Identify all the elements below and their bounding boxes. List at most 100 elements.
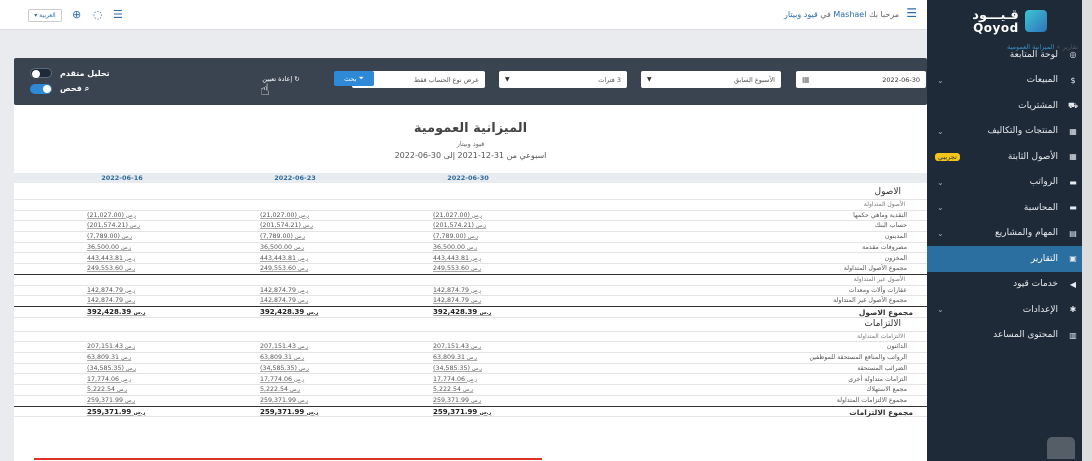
row-value[interactable]: 63,809.31 ر.س	[260, 354, 304, 361]
page-scrollbar[interactable]	[1082, 0, 1092, 461]
period-select[interactable]: الأسبوع السابق ▼	[641, 71, 781, 88]
user-name[interactable]: Mashael	[833, 10, 866, 19]
logo-mark	[1024, 10, 1047, 32]
language-switcher[interactable]: ▾ العربية	[28, 9, 62, 22]
row-value[interactable]: 259,371.99 ر.س	[260, 397, 308, 404]
chat-icon[interactable]: ◌	[93, 8, 103, 21]
check-toggle-row[interactable]: فحص ⌕	[30, 84, 89, 94]
date-picker[interactable]: ▦ 2022-06-30	[796, 71, 926, 88]
advanced-analysis-toggle-row[interactable]: تحليل متقدم	[30, 68, 110, 78]
row-value[interactable]: 142,874.79 ر.س	[87, 287, 135, 294]
company-name[interactable]: قيود وبيتار	[784, 10, 818, 19]
list-icon[interactable]: ☰	[113, 8, 123, 21]
row-value[interactable]: 249,553.60 ر.س	[260, 265, 308, 272]
row-value[interactable]: 259,371.99 ر.س	[433, 397, 481, 404]
periods-count-select[interactable]: 3 فترات ▼	[499, 71, 627, 88]
column-header-date[interactable]: 2022-06-16	[77, 174, 167, 182]
logo[interactable]: قـيـــود Qoyod	[927, 0, 1092, 42]
row-value[interactable]: 5,222.54 ر.س	[87, 386, 127, 393]
advanced-analysis-toggle[interactable]	[30, 68, 52, 78]
row-value[interactable]: 36,500.00 ر.س	[433, 244, 477, 251]
row-value[interactable]: 392,428.39 ر.س	[87, 308, 145, 316]
sidebar: قـيـــود Qoyod ◎ لوحة المتابعة $ المبيعات ⌄ ⛟…	[927, 0, 1092, 461]
chat-widget-button[interactable]	[1047, 437, 1075, 459]
row-value[interactable]: 36,500.00 ر.س	[260, 244, 304, 251]
table-row: الدائنون 207,151.43 ر.س 207,151.43 ر.س 207,…	[14, 342, 927, 354]
row-value[interactable]: 207,151.43 ر.س	[87, 343, 135, 350]
row-value[interactable]: 259,371.99 ر.س	[433, 408, 491, 416]
row-value[interactable]: 36,500.00 ر.س	[87, 244, 131, 251]
row-value[interactable]: 392,428.39 ر.س	[260, 308, 318, 316]
row-value[interactable]: 142,874.79 ر.س	[260, 297, 308, 304]
welcome-in: في	[820, 10, 831, 19]
table-row: النقدية وماهي حكمها (21,027.00) ر.س (21,02…	[14, 211, 927, 222]
support-icon[interactable]: ⊕	[72, 8, 81, 21]
row-value[interactable]: 249,553.60 ر.س	[433, 265, 481, 272]
column-header-date[interactable]: 2022-06-30	[423, 174, 513, 182]
row-value[interactable]: 259,371.99 ر.س	[87, 408, 145, 416]
row-value[interactable]: 392,428.39 ر.س	[433, 308, 491, 316]
breadcrumb-root[interactable]: تقارير	[1062, 43, 1078, 51]
sidebar-item[interactable]: ▬ الرواتب ⌄	[927, 170, 1092, 196]
row-value[interactable]: 249,553.60 ر.س	[87, 265, 135, 272]
sidebar-item[interactable]: ⛟ المشتريات	[927, 93, 1092, 119]
report-title: الميزانية العمومية	[413, 121, 528, 136]
sidebar-item[interactable]: ✱ الإعدادات ⌄	[927, 297, 1092, 323]
search-button[interactable]: بحث ⏷	[334, 71, 374, 86]
row-value[interactable]: 63,809.31 ر.س	[433, 354, 477, 361]
row-value[interactable]: 259,371.99 ر.س	[260, 408, 318, 416]
sidebar-item-label: المبيعات	[1026, 75, 1058, 86]
book-icon: ▥	[1069, 330, 1077, 340]
row-value[interactable]: 443,443.81 ر.س	[433, 255, 481, 262]
row-label: النقدية وماهي حكمها	[853, 211, 907, 219]
sidebar-item[interactable]: ▦ المنتجات والتكاليف ⌄	[927, 119, 1092, 145]
chevron-down-icon: ⌄	[937, 75, 944, 85]
hamburger-menu-icon[interactable]: ☰	[906, 6, 917, 20]
row-value[interactable]: (7,789.00) ر.س	[260, 233, 305, 240]
row-label: المدينون	[884, 233, 907, 241]
sidebar-item[interactable]: ◀ خدمات قيود	[927, 272, 1092, 298]
row-value[interactable]: 443,443.81 ر.س	[87, 255, 135, 262]
row-value[interactable]: 142,874.79 ر.س	[87, 297, 135, 304]
row-value[interactable]: (7,789.00) ر.س	[433, 233, 478, 240]
row-value[interactable]: 142,874.79 ر.س	[433, 297, 481, 304]
sidebar-item[interactable]: ▤ المهام والمشاريع ⌄	[927, 221, 1092, 247]
row-value[interactable]: (21,027.00) ر.س	[87, 212, 136, 219]
row-value[interactable]: 443,443.81 ر.س	[260, 255, 308, 262]
row-value[interactable]: 63,809.31 ر.س	[87, 354, 131, 361]
row-value[interactable]: (21,027.00) ر.س	[260, 212, 309, 219]
sidebar-item[interactable]: ▦ الأصول الثابتة تجريبي ⌄	[927, 144, 1092, 170]
sidebar-item[interactable]: ▣ التقارير	[927, 246, 1092, 272]
row-value[interactable]: 17,774.06 ر.س	[433, 376, 477, 383]
table-row: مجمع الاستهلاك 5,222.54 ر.س 5,222.54 ر.س 5,…	[14, 385, 927, 396]
row-value[interactable]: (34,585.35) ر.س	[433, 365, 482, 372]
row-value[interactable]: 142,874.79 ر.س	[260, 287, 308, 294]
row-value[interactable]: (201,574.21) ر.س	[260, 222, 313, 229]
column-header-date[interactable]: 2022-06-23	[250, 174, 340, 182]
row-value[interactable]: 207,151.43 ر.س	[433, 343, 481, 350]
row-value[interactable]: (7,789.00) ر.س	[87, 233, 132, 240]
row-value[interactable]: 5,222.54 ر.س	[260, 386, 300, 393]
sidebar-item[interactable]: ▬ المحاسبة ⌄	[927, 195, 1092, 221]
row-value[interactable]: (201,574.21) ر.س	[87, 222, 140, 229]
row-value[interactable]: (34,585.35) ر.س	[260, 365, 309, 372]
row-value[interactable]: 17,774.06 ر.س	[87, 376, 131, 383]
sidebar-item[interactable]: ▥ المحتوى المساعد	[927, 323, 1092, 349]
check-toggle[interactable]	[30, 84, 52, 94]
folder-icon: ▬	[1069, 203, 1077, 213]
row-value[interactable]: 259,371.99 ر.س	[87, 397, 135, 404]
cart-icon: ⛟	[1067, 100, 1079, 110]
row-value[interactable]: (201,574.21) ر.س	[433, 222, 486, 229]
row-value[interactable]: 207,151.43 ر.س	[260, 343, 308, 350]
row-value[interactable]: (21,027.00) ر.س	[433, 212, 482, 219]
section-header: الأصول المتداولة	[14, 200, 927, 211]
row-value[interactable]: (34,585.35) ر.س	[87, 365, 136, 372]
row-value[interactable]: 142,874.79 ر.س	[433, 287, 481, 294]
total-row: مجموع الالتزامات 259,371.99 ر.س 259,371.99…	[14, 407, 927, 418]
dollar-icon: $	[1070, 75, 1076, 85]
row-value[interactable]: 17,774.06 ر.س	[260, 376, 304, 383]
sidebar-item[interactable]: $ المبيعات ⌄	[927, 68, 1092, 94]
table-row: حساب البنك (201,574.21) ر.س (201,574.21) ر…	[14, 221, 927, 233]
row-value[interactable]: 5,222.54 ر.س	[433, 386, 473, 393]
date-value: 2022-06-30	[882, 75, 920, 84]
